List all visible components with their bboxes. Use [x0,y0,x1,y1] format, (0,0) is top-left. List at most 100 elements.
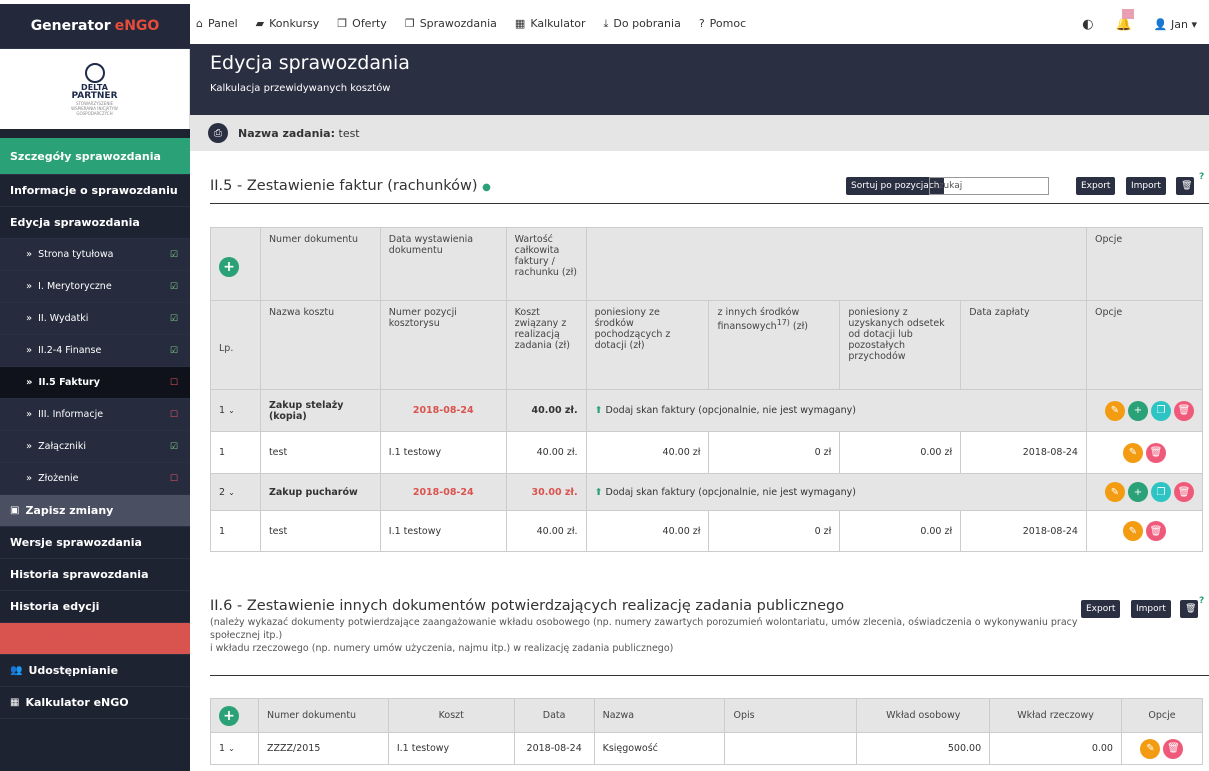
chevron-right-icon: » [26,249,33,260]
export-button[interactable]: Export [1076,177,1116,195]
invoice-row: 2 ⌄ Zakup pucharów 2018-08-24 30.00 zł. … [210,473,1204,511]
sidebar-item-invoices[interactable]: » II.5 Faktury ☐ [0,367,190,399]
doc-name: Księgowość [593,732,726,765]
logo-line2: PARTNER [71,90,118,101]
item-options: ✎ 🗑 [1085,431,1204,474]
col-header: Koszt związany z realizacją zadania (zł) [505,300,587,390]
copy-button[interactable]: ❐ [1151,400,1171,421]
sidebar-item-finances[interactable]: » II.2-4 Finanse ☑ [0,335,190,367]
delete-button[interactable]: 🗑 [1180,600,1198,618]
upload-scan-link[interactable]: ⬆ Dodaj skan faktury (opcjonalnie, nie je… [585,473,1087,511]
copy-icon: ❐ [404,17,415,30]
section-title: II.5 - Zestawienie faktur (rachunków) ● [210,178,1205,194]
invoice-no[interactable]: 1 ⌄ [210,389,261,432]
sidebar-item-edit-history[interactable]: Historia edycji [0,591,190,623]
check-square-icon: ☑ [169,441,178,452]
sidebar-item-info[interactable]: Informacje o sprawozdaniu [0,175,190,207]
sidebar-item-edit[interactable]: Edycja sprawozdania [0,207,190,239]
menu-sprawozdania[interactable]: ❐ Sprawozdania [405,17,497,31]
delete-button[interactable]: 🗑 [1176,177,1194,195]
back-to-offer-button[interactable]: Powrót do oferty [0,623,190,655]
sidebar-item-sharing[interactable]: 👥 Udostępnianie [0,655,190,687]
menu-panel[interactable]: ⌂ Panel [196,17,238,31]
delete-button[interactable]: 🗑 [1145,442,1166,463]
help-icon[interactable]: ? [1199,172,1204,182]
help-icon[interactable]: ? [1199,596,1204,606]
trash-icon: 🗑 [1167,743,1180,754]
menu-do-pobrania[interactable]: ⤓ Do pobrania [604,17,681,31]
sidebar-item-attachments[interactable]: » Załączniki ☑ [0,431,190,463]
doc-lp[interactable]: 1 ⌄ [210,732,259,765]
col-header: Opcje [1085,300,1204,390]
brand-name: Generator [30,18,111,34]
footnote-mark: 17) [776,318,790,327]
add-document-button[interactable]: + [219,705,239,726]
sidebar-item-versions[interactable]: Wersje sprawozdania [0,527,190,559]
sidebar-item-merit[interactable]: » I. Merytoryczne ☑ [0,271,190,303]
invoice-item-row: 1 test I.1 testowy 40.00 zł. 40.00 zł 0 … [210,510,1204,552]
info-icon[interactable]: ● [482,182,491,193]
sidebar-item-label: Wersje sprawozdania [10,536,142,549]
add-cell: + [210,227,261,301]
pencil-icon: ✎ [1110,405,1120,416]
sidebar-item-expenses[interactable]: » II. Wydatki ☑ [0,303,190,335]
menu-kalkulator[interactable]: ▦ Kalkulator [515,17,586,31]
delete-button[interactable]: 🗑 [1174,482,1194,502]
add-item-button[interactable]: + [1128,400,1148,421]
sidebar-item-calculator[interactable]: ▦ Kalkulator eNGO [0,687,190,719]
upload-scan-link[interactable]: ⬆ Dodaj skan faktury (opcjonalnie, nie je… [585,389,1087,432]
empty-square-icon: ☐ [169,473,178,484]
menu-oferty[interactable]: ❐ Oferty [337,17,387,31]
import-button[interactable]: Import [1126,177,1166,195]
sidebar-item-label: Historia sprawozdania [10,568,149,581]
menu-konkursy[interactable]: ▰ Konkursy [256,17,320,31]
user-menu[interactable]: 👤 Jan ▾ [1154,18,1197,31]
save-changes-button[interactable]: ▣ Zapisz zmiany [0,495,190,527]
section-other-docs-heading: II.6 - Zestawienie innych dokumentów pot… [210,598,1205,614]
sidebar-item-label: Szczegóły sprawozdania [10,149,161,163]
top-navbar: ⌂ Panel ▰ Konkursy ❐ Oferty ❐ Sprawozdania ▦… [190,4,1209,45]
sidebar: Generator eNGO DELTA PARTNER STOWARZYSZE… [0,4,190,771]
edit-button[interactable]: ✎ [1105,400,1125,421]
menu-label: Sprawozdania [419,17,497,30]
upload-icon: ⬆ [594,405,603,416]
print-icon: ⎙ [214,127,222,139]
copy-button[interactable]: ❐ [1151,482,1171,502]
add-invoice-button[interactable]: + [219,257,239,277]
contrast-icon[interactable]: ◐ [1082,17,1093,32]
edit-button[interactable]: ✎ [1140,738,1161,759]
brand[interactable]: Generator eNGO [0,4,190,49]
trash-icon: 🗑 [1177,405,1191,416]
sidebar-nav: Szczegóły sprawozdania Informacje o spra… [0,138,190,719]
search-input[interactable]: Szukaj [929,177,1049,195]
pencil-icon: ✎ [1146,743,1155,754]
edit-button[interactable]: ✎ [1122,442,1143,463]
bell-icon: 🔔 [1115,16,1132,32]
export-button[interactable]: Export [1081,600,1121,618]
chevron-right-icon: » [26,281,33,292]
page-subtitle: Kalkulacja przewidywanych kosztów [210,83,391,94]
check-square-icon: ☑ [169,313,178,324]
add-item-button[interactable]: + [1128,482,1148,502]
import-button[interactable]: Import [1131,600,1171,618]
sidebar-item-details[interactable]: Szczegóły sprawozdania [0,138,190,175]
sidebar-item-label: Informacje o sprawozdaniu [10,184,178,197]
edit-button[interactable]: ✎ [1122,521,1143,541]
delete-button[interactable]: 🗑 [1174,400,1194,421]
menu-pomoc[interactable]: ? Pomoc [699,17,746,31]
delete-button[interactable]: 🗑 [1145,521,1166,541]
sidebar-item-label: Złożenie [38,473,79,484]
invoice-no[interactable]: 2 ⌄ [210,473,261,511]
notification-bell[interactable]: 🔔 [1115,8,1134,32]
sidebar-item-report-history[interactable]: Historia sprawozdania [0,559,190,591]
trash-icon: 🗑 [1181,181,1193,191]
item-cost: 40.00 zł. [505,431,587,474]
col-header: Data zapłaty [960,300,1087,390]
sidebar-item-title-page[interactable]: » Strona tytułowa ☑ [0,239,190,271]
edit-button[interactable]: ✎ [1105,482,1125,502]
sidebar-item-label: Załączniki [38,441,86,452]
sidebar-item-information[interactable]: » III. Informacje ☐ [0,399,190,431]
print-button[interactable]: ⎙ [208,123,228,143]
delete-button[interactable]: 🗑 [1163,738,1184,759]
sidebar-item-submit[interactable]: » Złożenie ☐ [0,463,190,495]
